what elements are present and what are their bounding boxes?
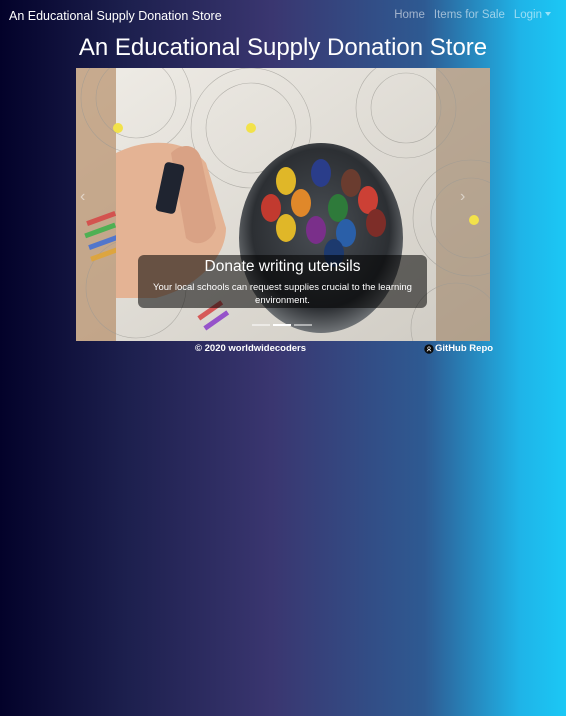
github-repo-link[interactable]: GitHub Repo <box>424 343 493 354</box>
slide-text: Your local schools can request supplies … <box>153 282 412 306</box>
carousel-indicator-1[interactable] <box>252 324 270 326</box>
page-title: An Educational Supply Donation Store <box>78 34 488 61</box>
chevron-down-icon <box>545 12 551 16</box>
nav-login-label: Login <box>513 9 542 21</box>
carousel-caption: Donate writing utensils Your local schoo… <box>138 255 427 308</box>
carousel-prev-icon[interactable]: ‹ <box>80 188 96 218</box>
nav-links: Home Items for Sale Login <box>394 9 551 21</box>
footer-copyright: © 2020 worldwidecoders <box>195 343 307 354</box>
nav-items-link[interactable]: Items for Sale <box>434 9 505 21</box>
github-icon <box>424 343 434 354</box>
carousel-next-icon[interactable]: › <box>460 188 476 218</box>
carousel[interactable]: ‹ › Donate writing utensils Your local s… <box>76 68 490 341</box>
nav-login-dropdown[interactable]: Login <box>514 9 551 21</box>
carousel-indicators <box>252 324 312 326</box>
navbar: An Educational Supply Donation Store Hom… <box>0 0 566 34</box>
carousel-indicator-2[interactable] <box>273 324 291 326</box>
slide-title: Donate writing utensils <box>204 258 361 275</box>
github-repo-label: GitHub Repo <box>435 343 494 354</box>
nav-home-link[interactable]: Home <box>394 9 425 21</box>
carousel-indicator-3[interactable] <box>294 324 312 326</box>
navbar-brand[interactable]: An Educational Supply Donation Store <box>9 9 222 23</box>
